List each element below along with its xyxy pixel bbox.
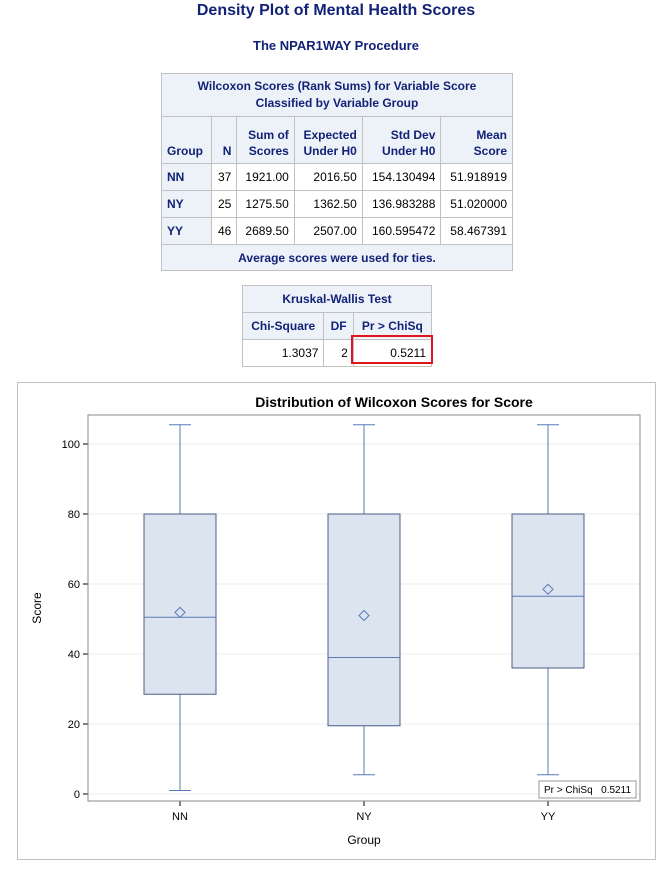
cell-std-dev: 160.595472 xyxy=(361,217,442,245)
table-footnote: Average scores were used for ties. xyxy=(161,244,513,271)
cell-sum: 1921.00 xyxy=(236,163,295,191)
row-header-group: NY xyxy=(161,190,212,218)
table-row: NY 25 1275.50 1362.50 136.983288 51.0200… xyxy=(161,190,513,218)
table-row: NN 37 1921.00 2016.50 154.130494 51.9189… xyxy=(161,163,513,191)
column-header-mean-score: Mean Score xyxy=(440,116,513,164)
cell-std-dev: 136.983288 xyxy=(361,190,442,218)
y-axis-label: Score xyxy=(30,592,44,624)
cell-mean: 51.918919 xyxy=(440,163,513,191)
cell-expected: 1362.50 xyxy=(293,190,363,218)
cell-chi-square: 1.3037 xyxy=(241,339,325,367)
cell-expected: 2016.50 xyxy=(293,163,363,191)
cell-std-dev: 154.130494 xyxy=(361,163,442,191)
cell-sum: 2689.50 xyxy=(236,217,295,245)
wilcoxon-table-caption: Wilcoxon Scores (Rank Sums) for Variable… xyxy=(161,73,513,117)
page-title: Density Plot of Mental Health Scores xyxy=(196,2,476,19)
column-header-p-value: Pr > ChiSq xyxy=(352,312,433,340)
x-tick-label: NN xyxy=(172,811,188,823)
cell-expected: 2507.00 xyxy=(293,217,363,245)
cell-mean: 51.020000 xyxy=(440,190,513,218)
x-axis-label: Group xyxy=(347,833,381,847)
boxplot-chart: Distribution of Wilcoxon Scores for Scor… xyxy=(30,394,641,847)
column-header-sum-of-scores: Sum of Scores xyxy=(236,116,295,164)
cell-p-value: 0.5211 xyxy=(352,339,433,367)
column-header-expected: Expected Under H0 xyxy=(293,116,363,164)
inset-value: 0.5211 xyxy=(601,785,631,796)
cell-df: 2 xyxy=(323,339,354,367)
column-header-std-dev: Std Dev Under H0 xyxy=(361,116,442,164)
wilcoxon-caption-line1: Wilcoxon Scores (Rank Sums) for Variable… xyxy=(197,79,477,93)
wilcoxon-scores-table: Wilcoxon Scores (Rank Sums) for Variable… xyxy=(161,73,513,271)
y-tick-label: 40 xyxy=(68,649,80,661)
table-row: 1.3037 2 0.5211 xyxy=(241,339,433,367)
row-header-group: YY xyxy=(161,217,212,245)
cell-sum: 1275.50 xyxy=(236,190,295,218)
inset-label: Pr > ChiSq xyxy=(544,785,593,796)
cell-n: 37 xyxy=(210,163,238,191)
cell-n: 25 xyxy=(210,190,238,218)
box-nn xyxy=(143,513,217,695)
kruskal-wallis-table: Kruskal-Wallis Test Chi-Square DF Pr > C… xyxy=(241,285,433,367)
column-header-group: Group xyxy=(161,116,212,164)
x-tick-label: YY xyxy=(541,811,556,823)
y-tick-label: 100 xyxy=(62,439,80,451)
kruskal-table-caption: Kruskal-Wallis Test xyxy=(242,285,432,313)
y-tick-label: 0 xyxy=(74,789,80,801)
x-tick-label: NY xyxy=(356,811,372,823)
procedure-title: The NPAR1WAY Procedure xyxy=(253,38,419,53)
row-header-group: NN xyxy=(161,163,212,191)
cell-n: 46 xyxy=(210,217,238,245)
column-header-df: DF xyxy=(323,312,354,340)
column-header-chi-square: Chi-Square xyxy=(241,312,325,340)
wilcoxon-caption-line2: Classified by Variable Group xyxy=(255,96,419,110)
y-tick-label: 80 xyxy=(68,509,80,521)
box-yy xyxy=(511,513,585,669)
table-row: YY 46 2689.50 2507.00 160.595472 58.4673… xyxy=(161,217,513,245)
cell-mean: 58.467391 xyxy=(440,217,513,245)
chart-title: Distribution of Wilcoxon Scores for Scor… xyxy=(255,394,533,410)
y-tick-label: 20 xyxy=(68,719,80,731)
column-header-n: N xyxy=(210,116,238,164)
y-tick-label: 60 xyxy=(68,579,80,591)
